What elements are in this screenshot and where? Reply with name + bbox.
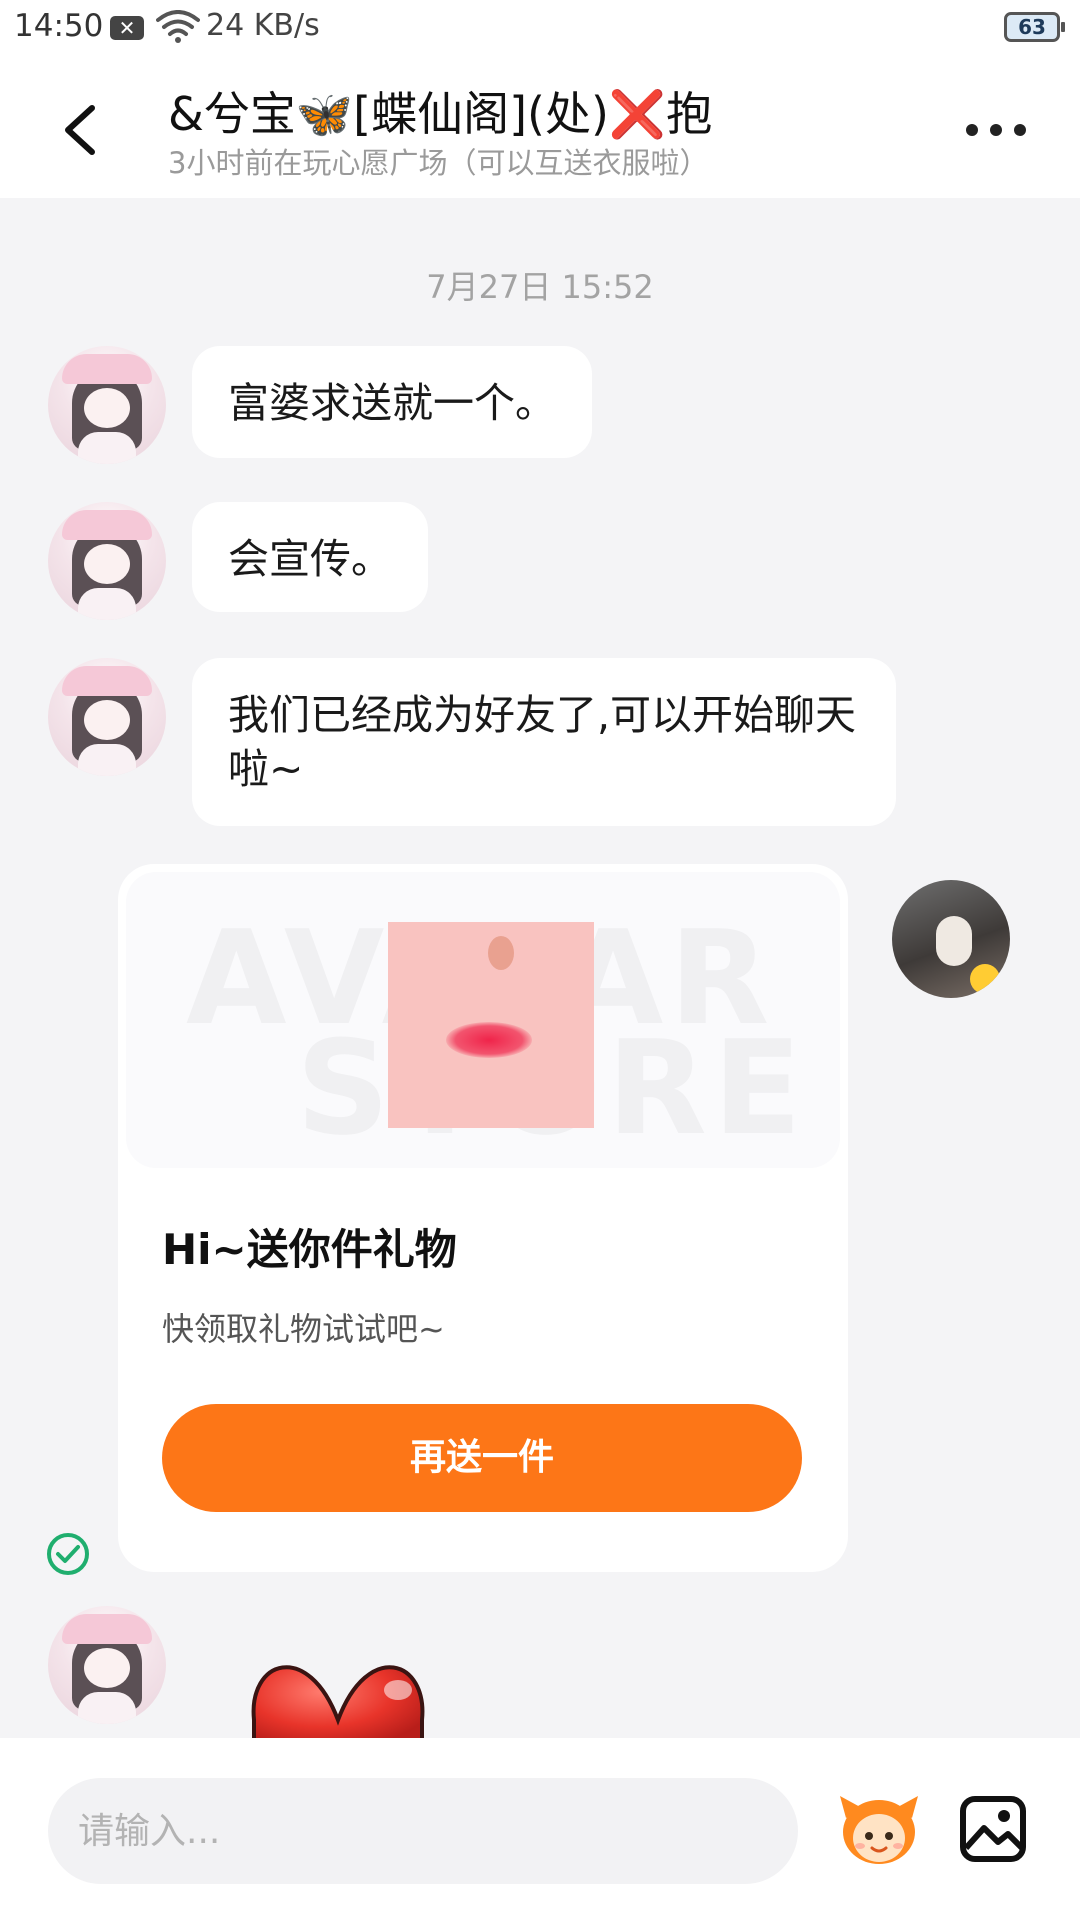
heart-sticker[interactable] [248, 1660, 428, 1740]
check-circle-icon [47, 1533, 89, 1575]
gift-item-thumbnail [388, 922, 594, 1128]
message-input[interactable] [48, 1778, 798, 1884]
back-arrow-icon[interactable] [56, 100, 106, 160]
contact-avatar[interactable] [48, 346, 166, 464]
status-time: 14:50 [14, 8, 104, 44]
mascot-icon[interactable] [836, 1788, 922, 1868]
network-speed: 24 KB/s [206, 8, 320, 43]
my-avatar[interactable] [892, 880, 1010, 998]
input-bar [0, 1738, 1080, 1920]
more-dots-icon[interactable] [966, 120, 1026, 140]
message-bubble[interactable]: 富婆求送就一个。 [192, 346, 592, 458]
image-icon[interactable] [958, 1794, 1028, 1864]
contact-avatar[interactable] [48, 658, 166, 776]
message-bubble[interactable]: 我们已经成为好友了,可以开始聊天啦~ [192, 658, 896, 826]
chat-header: &兮宝🦋[蝶仙阁](处)❌抱 3小时前在玩心愿广场（可以互送衣服啦） [0, 58, 1080, 198]
contact-avatar[interactable] [48, 1606, 166, 1724]
battery-indicator: 63 [1004, 12, 1065, 42]
contact-avatar[interactable] [48, 502, 166, 620]
notification-icon: ✕ [110, 16, 144, 40]
contact-name[interactable]: &兮宝🦋[蝶仙阁](处)❌抱 [168, 78, 712, 144]
contact-status: 3小时前在玩心愿广场（可以互送衣服啦） [168, 146, 709, 180]
gift-title: Hi~送你件礼物 [162, 1225, 457, 1274]
gift-description: 快领取礼物试试吧~ [162, 1310, 445, 1348]
status-bar: 14:50 ✕ 24 KB/s 63 [0, 0, 1080, 58]
gift-card[interactable]: AVATAR STORE Hi~送你件礼物 快领取礼物试试吧~ 再送一件 [118, 864, 848, 1572]
chat-timestamp: 7月27日 15:52 [426, 268, 654, 306]
wifi-icon [156, 10, 200, 43]
send-again-button[interactable]: 再送一件 [162, 1404, 802, 1512]
message-bubble[interactable]: 会宣传。 [192, 502, 428, 612]
gift-image: AVATAR STORE [126, 872, 840, 1168]
